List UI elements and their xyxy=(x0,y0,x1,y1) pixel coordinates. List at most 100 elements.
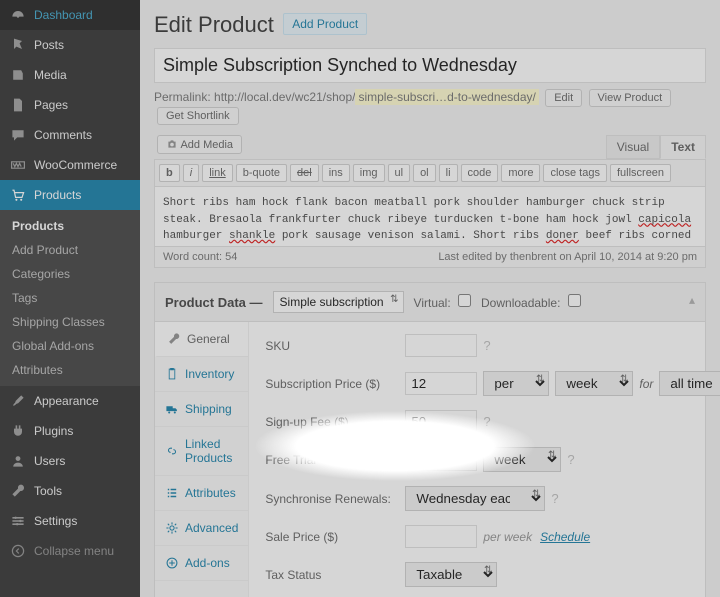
page-title: Edit Product xyxy=(154,12,274,38)
word-count: 54 xyxy=(225,251,237,263)
submenu-categories[interactable]: Categories xyxy=(0,262,140,286)
plug-icon xyxy=(10,423,26,439)
sidebar-item-appearance[interactable]: Appearance xyxy=(0,386,140,416)
submenu-add-product[interactable]: Add Product xyxy=(0,238,140,262)
tbtn-b[interactable]: b xyxy=(159,164,180,182)
tab-text[interactable]: Text xyxy=(660,135,706,159)
sidebar-label: Settings xyxy=(34,514,77,528)
tab-visual[interactable]: Visual xyxy=(606,135,660,159)
tab-attributes[interactable]: Attributes xyxy=(155,476,248,511)
sidebar-item-products[interactable]: Products xyxy=(0,180,140,210)
tbtn-ins[interactable]: ins xyxy=(322,164,350,182)
edit-slug-button[interactable]: Edit xyxy=(545,89,582,107)
collapse-menu[interactable]: Collapse menu xyxy=(0,536,140,566)
sub-per-select[interactable]: per xyxy=(483,371,549,396)
downloadable-checkbox[interactable] xyxy=(568,294,581,307)
submenu-attributes[interactable]: Attributes xyxy=(0,358,140,382)
downloadable-label: Downloadable: xyxy=(481,294,581,310)
sidebar-item-settings[interactable]: Settings xyxy=(0,506,140,536)
sidebar-item-comments[interactable]: Comments xyxy=(0,120,140,150)
field-sale-price: Sale Price ($) per week Schedule xyxy=(265,525,720,548)
submenu-global-addons[interactable]: Global Add-ons xyxy=(0,334,140,358)
tbtn-closetags[interactable]: close tags xyxy=(543,164,607,182)
sidebar-item-tools[interactable]: Tools xyxy=(0,476,140,506)
collapse-icon xyxy=(10,543,26,559)
tab-general[interactable]: General xyxy=(155,322,248,357)
link-icon xyxy=(165,444,179,458)
add-product-button[interactable]: Add Product xyxy=(283,13,367,35)
tbtn-i[interactable]: i xyxy=(183,164,199,182)
sidebar-item-posts[interactable]: Posts xyxy=(0,30,140,60)
comment-icon xyxy=(10,127,26,143)
get-shortlink-button[interactable]: Get Shortlink xyxy=(157,107,239,125)
sliders-icon xyxy=(10,513,26,529)
field-tax-status: Tax Status Taxable xyxy=(265,562,720,587)
metabox-title: Product Data xyxy=(165,295,246,310)
content-editor[interactable]: Short ribs ham hock flank bacon meatball… xyxy=(154,187,706,247)
pin-icon xyxy=(10,37,26,53)
help-icon[interactable]: ? xyxy=(483,338,490,353)
view-product-button[interactable]: View Product xyxy=(589,89,672,107)
submenu-tags[interactable]: Tags xyxy=(0,286,140,310)
tbtn-bquote[interactable]: b-quote xyxy=(236,164,287,182)
word-count-label: Word count: xyxy=(163,251,225,263)
tab-addons[interactable]: Add-ons xyxy=(155,546,248,581)
sidebar-item-media[interactable]: Media xyxy=(0,60,140,90)
add-media-button[interactable]: Add Media xyxy=(157,135,242,154)
product-data-tabs: General Inventory Shipping Linked Produc… xyxy=(155,322,249,597)
sidebar-item-users[interactable]: Users xyxy=(0,446,140,476)
tab-advanced[interactable]: Advanced xyxy=(155,511,248,546)
sidebar-label: Appearance xyxy=(34,394,99,408)
sku-input[interactable] xyxy=(405,334,477,357)
sync-select[interactable]: Wednesday each week xyxy=(405,486,545,511)
trial-unit-select[interactable]: week xyxy=(483,447,561,472)
tbtn-code[interactable]: code xyxy=(461,164,499,182)
help-icon[interactable]: ? xyxy=(483,414,490,429)
tax-status-select[interactable]: Taxable xyxy=(405,562,497,587)
sidebar-label: Users xyxy=(34,454,65,468)
tbtn-ul[interactable]: ul xyxy=(388,164,411,182)
sidebar-item-pages[interactable]: Pages xyxy=(0,90,140,120)
cart-icon xyxy=(10,187,26,203)
submenu-shipping-classes[interactable]: Shipping Classes xyxy=(0,310,140,334)
last-edited: Last edited by thenbrent on April 10, 20… xyxy=(438,251,697,263)
signup-input[interactable] xyxy=(405,410,477,433)
tab-inventory[interactable]: Inventory xyxy=(155,357,248,392)
sale-input[interactable] xyxy=(405,525,477,548)
permalink-label: Permalink: xyxy=(154,90,211,104)
tbtn-link[interactable]: link xyxy=(202,164,233,182)
help-icon[interactable]: ? xyxy=(567,452,574,467)
trial-input[interactable] xyxy=(405,448,477,471)
product-title-input[interactable] xyxy=(154,48,706,83)
sidebar-label: Tools xyxy=(34,484,62,498)
sub-price-input[interactable] xyxy=(405,372,477,395)
virtual-checkbox[interactable] xyxy=(458,294,471,307)
sidebar-item-woocommerce[interactable]: WooCommerce xyxy=(0,150,140,180)
metabox-toggle[interactable]: ▴ xyxy=(689,293,695,307)
product-data-metabox: Product Data — Simple subscription Virtu… xyxy=(154,282,706,597)
sidebar-item-dashboard[interactable]: Dashboard xyxy=(0,0,140,30)
sidebar-label: Products xyxy=(34,188,81,202)
wrench-icon xyxy=(167,332,181,346)
page-icon xyxy=(10,97,26,113)
tbtn-more[interactable]: more xyxy=(501,164,540,182)
sub-expire-select[interactable]: all time xyxy=(659,371,720,396)
schedule-link[interactable]: Schedule xyxy=(540,530,590,544)
sub-interval-select[interactable]: week xyxy=(555,371,633,396)
tbtn-li[interactable]: li xyxy=(439,164,458,182)
permalink-row: Permalink: http://local.dev/wc21/shop/si… xyxy=(154,89,706,125)
help-icon[interactable]: ? xyxy=(551,491,558,506)
sync-label: Synchronise Renewals: xyxy=(265,492,405,506)
tbtn-ol[interactable]: ol xyxy=(413,164,436,182)
product-type-select[interactable]: Simple subscription xyxy=(273,291,404,313)
gear-icon xyxy=(165,521,179,535)
sidebar-label: Pages xyxy=(34,98,68,112)
sidebar-item-plugins[interactable]: Plugins xyxy=(0,416,140,446)
tbtn-del[interactable]: del xyxy=(290,164,319,182)
tbtn-fullscreen[interactable]: fullscreen xyxy=(610,164,671,182)
tbtn-img[interactable]: img xyxy=(353,164,385,182)
camera-icon xyxy=(166,138,178,150)
tab-shipping[interactable]: Shipping xyxy=(155,392,248,427)
submenu-products[interactable]: Products xyxy=(0,214,140,238)
tab-linked[interactable]: Linked Products xyxy=(155,427,248,476)
